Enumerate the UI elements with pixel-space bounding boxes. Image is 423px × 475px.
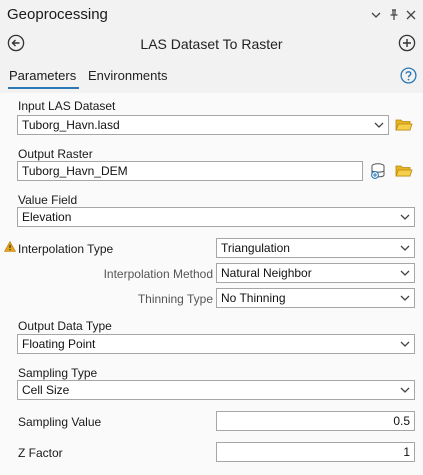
- sampling-value-value: 0.5: [393, 414, 410, 428]
- thinning-type-value: No Thinning: [221, 291, 286, 305]
- pin-icon[interactable]: [387, 7, 401, 23]
- browse-folder-icon[interactable]: [395, 163, 413, 179]
- z-factor-input[interactable]: 1: [216, 442, 415, 462]
- interpolation-method-value: Natural Neighbor: [221, 266, 312, 280]
- value-field-value: Elevation: [22, 210, 72, 224]
- close-icon[interactable]: [404, 7, 418, 23]
- output-data-type-dropdown[interactable]: Floating Point: [17, 334, 415, 354]
- interpolation-type-dropdown[interactable]: Triangulation: [216, 238, 415, 258]
- interpolation-method-dropdown[interactable]: Natural Neighbor: [216, 263, 415, 283]
- interpolation-type-label: Interpolation Type: [18, 242, 114, 256]
- z-factor-label: Z Factor: [18, 446, 63, 460]
- input-las-dataset-dropdown[interactable]: Tuborg_Havn.lasd: [17, 115, 389, 135]
- value-field-dropdown[interactable]: Elevation: [17, 207, 415, 227]
- tab-parameters[interactable]: Parameters: [9, 68, 76, 83]
- chevron-down-icon: [400, 245, 410, 251]
- tool-title-bar: LAS Dataset To Raster: [0, 32, 423, 58]
- sampling-value-input[interactable]: 0.5: [216, 411, 415, 431]
- output-data-type-value: Floating Point: [22, 337, 96, 351]
- tool-tabs: Parameters Environments: [0, 66, 423, 90]
- chevron-down-icon: [400, 341, 410, 347]
- output-raster-value: Tuborg_Havn_DEM: [22, 164, 128, 178]
- tab-environments[interactable]: Environments: [88, 68, 167, 83]
- pane-header: Geoprocessing: [0, 0, 423, 32]
- sampling-type-dropdown[interactable]: Cell Size: [17, 380, 415, 400]
- chevron-down-icon: [400, 270, 410, 276]
- tool-title: LAS Dataset To Raster: [140, 36, 283, 52]
- interpolation-type-value: Triangulation: [221, 241, 290, 255]
- add-icon[interactable]: [398, 34, 416, 52]
- output-raster-input[interactable]: Tuborg_Havn_DEM: [17, 161, 363, 181]
- help-icon[interactable]: [400, 67, 417, 84]
- sampling-type-label: Sampling Type: [18, 366, 98, 380]
- sampling-value-label: Sampling Value: [18, 415, 102, 429]
- geodatabase-browse-icon[interactable]: [369, 162, 387, 180]
- chevron-down-icon: [374, 122, 384, 128]
- input-las-dataset-label: Input LAS Dataset: [18, 99, 116, 113]
- pane-title: Geoprocessing: [7, 6, 108, 23]
- input-las-dataset-value: Tuborg_Havn.lasd: [22, 118, 120, 132]
- z-factor-value: 1: [403, 445, 410, 459]
- browse-folder-icon[interactable]: [395, 117, 413, 133]
- interpolation-method-label: Interpolation Method: [103, 267, 213, 281]
- pane-menu-chevron-icon[interactable]: [369, 7, 383, 23]
- chevron-down-icon: [400, 387, 410, 393]
- warning-icon: [3, 240, 17, 252]
- active-tab-indicator: [8, 87, 79, 89]
- value-field-label: Value Field: [18, 193, 78, 207]
- thinning-type-label: Thinning Type: [137, 292, 213, 306]
- parameters-panel: Input LAS Dataset Tuborg_Havn.lasd Outpu…: [0, 93, 423, 475]
- output-raster-label: Output Raster: [18, 147, 93, 161]
- sampling-type-value: Cell Size: [22, 383, 70, 397]
- output-data-type-label: Output Data Type: [18, 319, 112, 333]
- chevron-down-icon: [400, 214, 410, 220]
- thinning-type-dropdown[interactable]: No Thinning: [216, 288, 415, 308]
- chevron-down-icon: [400, 295, 410, 301]
